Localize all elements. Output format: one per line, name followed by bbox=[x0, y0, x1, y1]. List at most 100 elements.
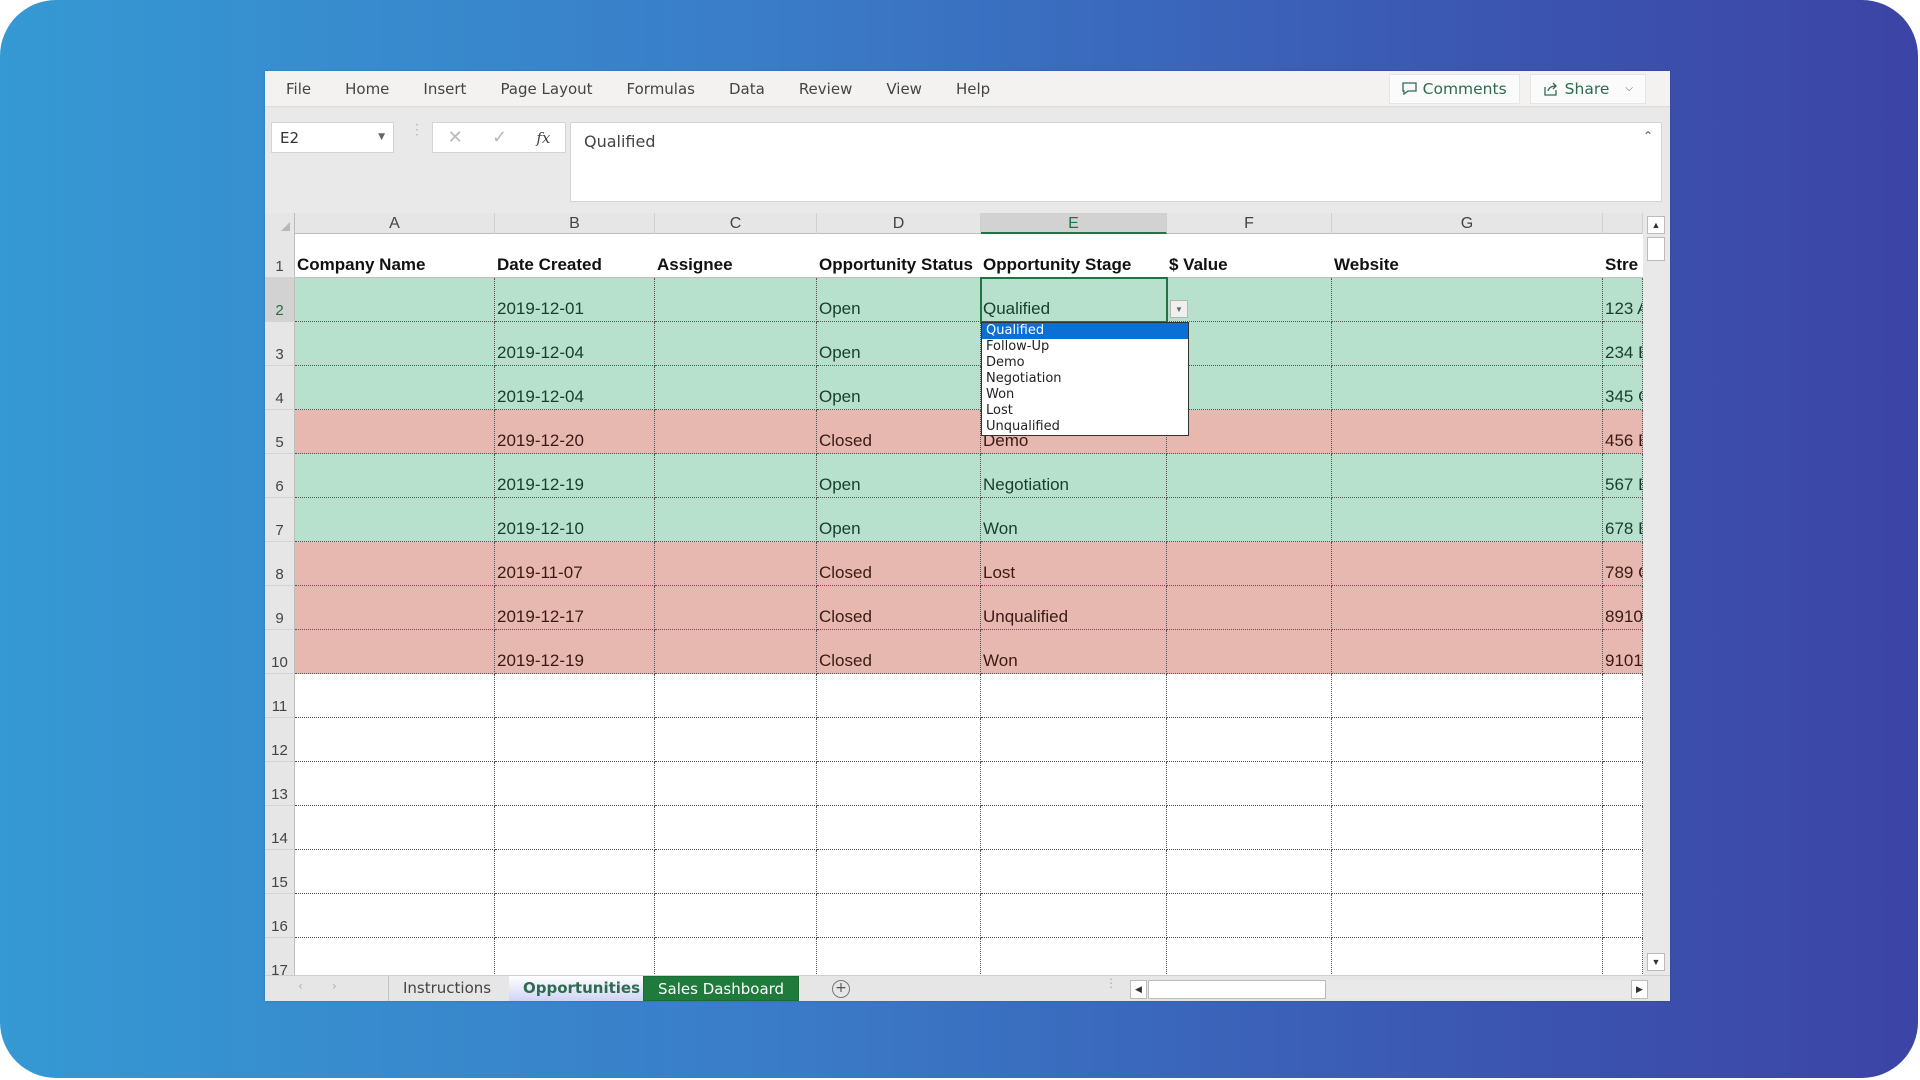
data-cell[interactable] bbox=[1332, 278, 1603, 322]
data-cell[interactable] bbox=[1332, 454, 1603, 498]
empty-cell[interactable] bbox=[1603, 718, 1643, 762]
empty-cell[interactable] bbox=[1603, 762, 1643, 806]
data-cell[interactable] bbox=[655, 498, 817, 542]
menu-home[interactable]: Home bbox=[328, 80, 406, 98]
dropdown-option[interactable]: Unqualified bbox=[982, 419, 1188, 435]
empty-cell[interactable] bbox=[981, 894, 1167, 938]
data-cell[interactable]: Closed bbox=[817, 586, 981, 630]
enter-check-icon[interactable]: ✓ bbox=[492, 127, 507, 148]
data-cell[interactable] bbox=[1332, 586, 1603, 630]
empty-cell[interactable] bbox=[1167, 894, 1332, 938]
chevron-down-icon[interactable]: ⌵ bbox=[1625, 83, 1633, 94]
empty-cell[interactable] bbox=[655, 806, 817, 850]
data-cell[interactable]: 2019-12-19 bbox=[495, 454, 655, 498]
data-cell[interactable]: Qualified bbox=[981, 278, 1167, 322]
empty-cell[interactable] bbox=[295, 762, 495, 806]
data-cell[interactable]: 456 E bbox=[1603, 410, 1643, 454]
data-cell[interactable] bbox=[1167, 542, 1332, 586]
empty-cell[interactable] bbox=[817, 762, 981, 806]
column-header-e[interactable]: E bbox=[981, 213, 1167, 234]
data-cell[interactable]: 123 A bbox=[1603, 278, 1643, 322]
row-header[interactable]: 4 bbox=[265, 366, 295, 410]
data-cell[interactable] bbox=[655, 542, 817, 586]
data-cell[interactable]: Open bbox=[817, 322, 981, 366]
empty-cell[interactable] bbox=[981, 806, 1167, 850]
empty-cell[interactable] bbox=[295, 938, 495, 975]
data-cell[interactable]: 2019-12-19 bbox=[495, 630, 655, 674]
empty-cell[interactable] bbox=[495, 674, 655, 718]
data-cell[interactable]: Won bbox=[981, 630, 1167, 674]
data-cell[interactable]: 2019-11-07 bbox=[495, 542, 655, 586]
dropdown-arrow-icon[interactable]: ▼ bbox=[1170, 300, 1188, 318]
row-header[interactable]: 12 bbox=[265, 718, 295, 762]
data-cell[interactable] bbox=[655, 322, 817, 366]
data-cell[interactable]: Open bbox=[817, 454, 981, 498]
empty-cell[interactable] bbox=[1332, 806, 1603, 850]
empty-cell[interactable] bbox=[1332, 850, 1603, 894]
data-cell[interactable] bbox=[1167, 322, 1332, 366]
data-cell[interactable] bbox=[1332, 410, 1603, 454]
data-cell[interactable]: 9101 bbox=[1603, 630, 1643, 674]
data-cell[interactable] bbox=[295, 410, 495, 454]
data-cell[interactable] bbox=[1332, 322, 1603, 366]
scroll-right-icon[interactable]: ▶ bbox=[1631, 980, 1648, 999]
empty-cell[interactable] bbox=[495, 894, 655, 938]
data-cell[interactable] bbox=[655, 366, 817, 410]
data-cell[interactable]: 345 C bbox=[1603, 366, 1643, 410]
empty-cell[interactable] bbox=[981, 938, 1167, 975]
empty-cell[interactable] bbox=[295, 894, 495, 938]
empty-cell[interactable] bbox=[1167, 674, 1332, 718]
data-cell[interactable]: 2019-12-01 bbox=[495, 278, 655, 322]
empty-cell[interactable] bbox=[495, 806, 655, 850]
empty-cell[interactable] bbox=[817, 806, 981, 850]
row-header[interactable]: 14 bbox=[265, 806, 295, 850]
tab-opportunities[interactable]: Opportunities bbox=[509, 976, 655, 1001]
column-header-h[interactable] bbox=[1603, 213, 1643, 234]
data-cell[interactable] bbox=[1167, 586, 1332, 630]
horizontal-scrollbar[interactable]: ◀ ▶ bbox=[1130, 980, 1648, 999]
empty-cell[interactable] bbox=[817, 718, 981, 762]
empty-cell[interactable] bbox=[295, 850, 495, 894]
column-header-b[interactable]: B bbox=[495, 213, 655, 234]
scroll-down-icon[interactable]: ▼ bbox=[1647, 953, 1665, 971]
tab-scroll-left-icon[interactable]: ‹ bbox=[298, 979, 303, 993]
tab-scroll-right-icon[interactable]: › bbox=[332, 979, 337, 993]
empty-cell[interactable] bbox=[655, 894, 817, 938]
data-cell[interactable] bbox=[655, 410, 817, 454]
row-header[interactable]: 15 bbox=[265, 850, 295, 894]
select-all-corner[interactable] bbox=[265, 213, 295, 234]
empty-cell[interactable] bbox=[1332, 762, 1603, 806]
data-cell[interactable]: Open bbox=[817, 366, 981, 410]
header-cell[interactable]: Date Created bbox=[495, 234, 655, 278]
empty-cell[interactable] bbox=[1332, 938, 1603, 975]
empty-cell[interactable] bbox=[1332, 674, 1603, 718]
add-sheet-icon[interactable]: + bbox=[832, 980, 850, 998]
empty-cell[interactable] bbox=[655, 850, 817, 894]
data-cell[interactable] bbox=[1167, 630, 1332, 674]
data-cell[interactable] bbox=[295, 322, 495, 366]
data-cell[interactable] bbox=[655, 454, 817, 498]
row-header[interactable]: 11 bbox=[265, 674, 295, 718]
vertical-scrollbar[interactable]: ▲ ▼ bbox=[1643, 213, 1670, 975]
data-cell[interactable]: 789 C bbox=[1603, 542, 1643, 586]
empty-cell[interactable] bbox=[1603, 806, 1643, 850]
data-cell[interactable] bbox=[1167, 498, 1332, 542]
menu-insert[interactable]: Insert bbox=[406, 80, 483, 98]
data-cell[interactable]: 2019-12-20 bbox=[495, 410, 655, 454]
dropdown-option[interactable]: Qualified bbox=[982, 323, 1188, 339]
empty-cell[interactable] bbox=[1167, 806, 1332, 850]
header-cell[interactable]: Website bbox=[1332, 234, 1603, 278]
data-cell[interactable]: 2019-12-04 bbox=[495, 322, 655, 366]
data-cell[interactable] bbox=[295, 278, 495, 322]
data-cell[interactable] bbox=[1332, 542, 1603, 586]
empty-cell[interactable] bbox=[1167, 718, 1332, 762]
data-cell[interactable]: Won bbox=[981, 498, 1167, 542]
row-header[interactable]: 8 bbox=[265, 542, 295, 586]
empty-cell[interactable] bbox=[817, 850, 981, 894]
tab-splitter-icon[interactable]: ⋮ bbox=[1105, 977, 1117, 989]
row-header[interactable]: 1 bbox=[265, 234, 295, 278]
empty-cell[interactable] bbox=[817, 674, 981, 718]
empty-cell[interactable] bbox=[1603, 674, 1643, 718]
empty-cell[interactable] bbox=[295, 718, 495, 762]
data-cell[interactable]: 678 E bbox=[1603, 498, 1643, 542]
